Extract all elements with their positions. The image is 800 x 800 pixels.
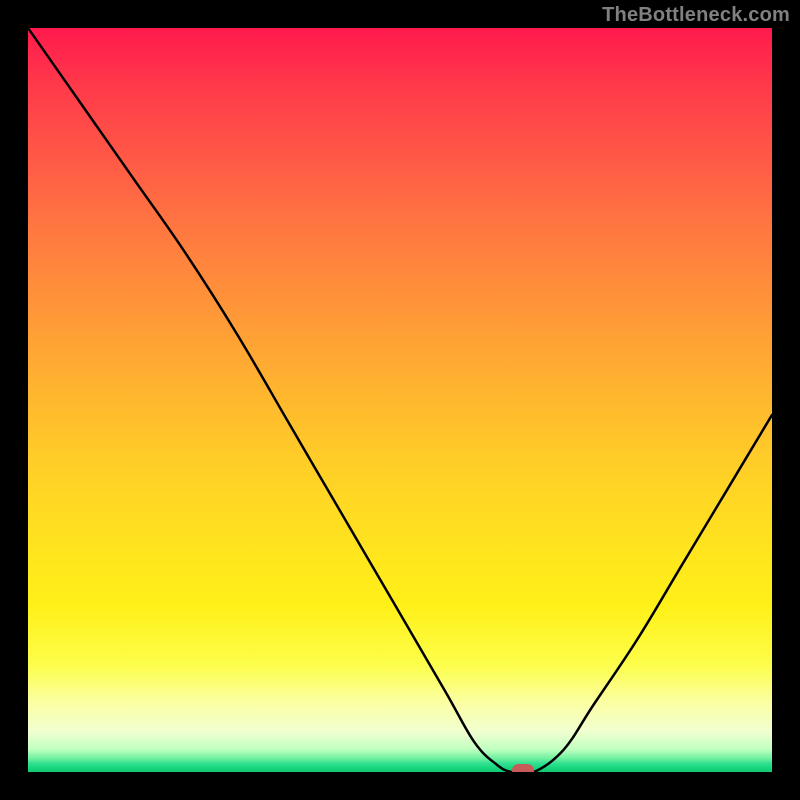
optimal-marker xyxy=(512,764,534,772)
chart-frame: TheBottleneck.com xyxy=(0,0,800,800)
bottleneck-curve xyxy=(28,28,772,772)
plot-area xyxy=(28,28,772,772)
watermark-text: TheBottleneck.com xyxy=(602,4,790,27)
